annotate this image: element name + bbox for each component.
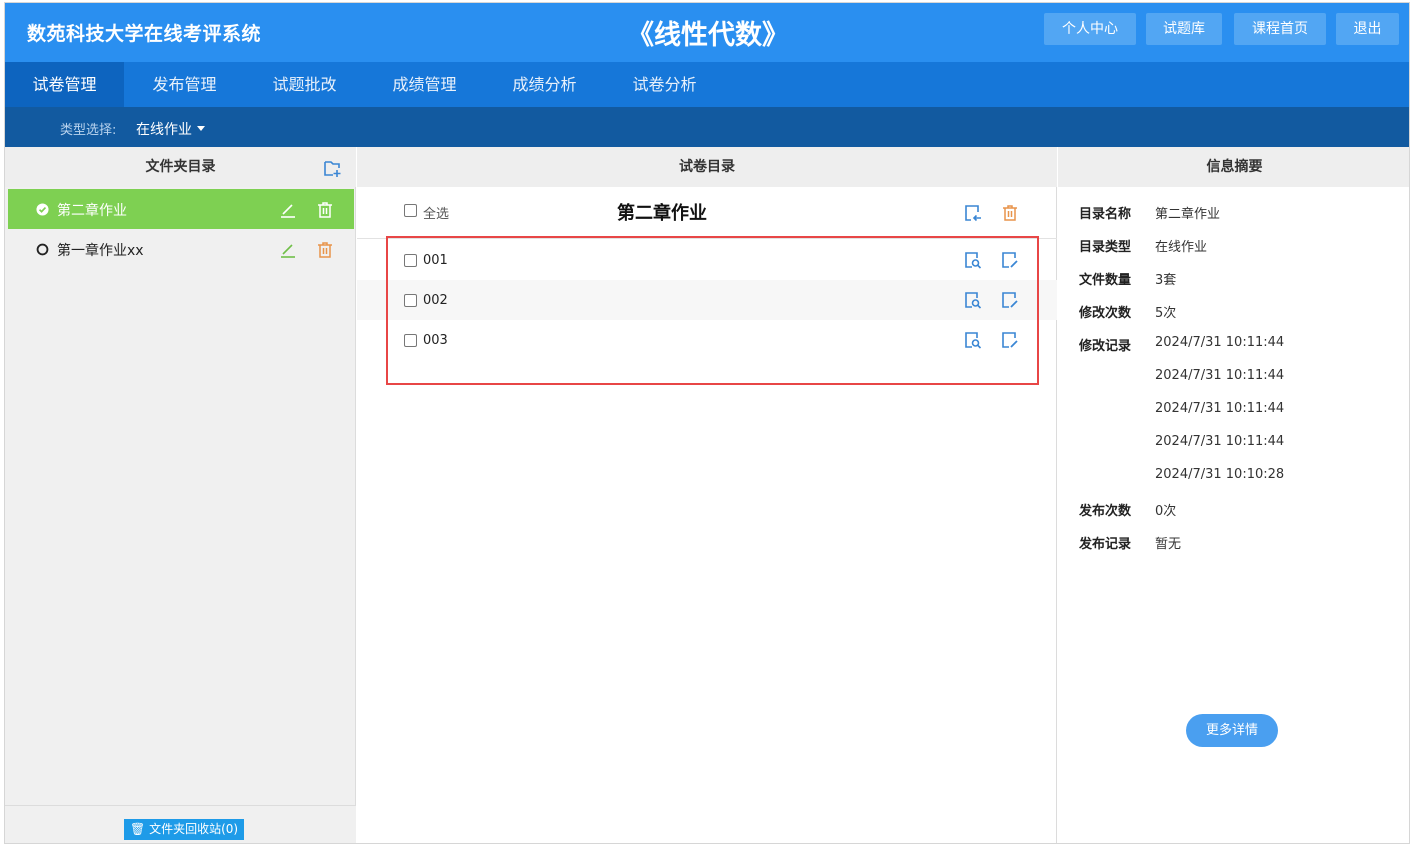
folder-item-chapter2[interactable]: 第二章作业 <box>8 189 354 229</box>
paper-panel: 试卷目录 全选 第二章作业 001 002 003 <box>357 147 1057 843</box>
caret-down-icon <box>197 126 205 131</box>
top-header: 数苑科技大学在线考评系统 《线性代数》 个人中心 试题库 课程首页 退出 <box>5 3 1409 62</box>
radio-circle-icon <box>36 243 49 256</box>
paper-row[interactable]: 001 <box>357 240 1057 280</box>
info-key: 修改次数 <box>1079 306 1132 321</box>
paper-name: 002 <box>423 293 448 308</box>
folder-name: 第二章作业 <box>57 203 127 219</box>
paper-checkbox[interactable] <box>404 334 417 347</box>
delete-icon[interactable] <box>315 240 335 260</box>
tab-score-management[interactable]: 成绩管理 <box>365 62 484 107</box>
info-key: 修改记录 <box>1079 339 1132 354</box>
preview-icon[interactable] <box>963 290 983 310</box>
type-filter-bar: 类型选择: 在线作业 <box>5 107 1409 147</box>
type-filter-label: 类型选择: <box>60 123 117 138</box>
trash-icon: 🗑 <box>130 822 146 836</box>
paper-name: 003 <box>423 333 448 348</box>
modify-record-time: 2024/7/31 10:11:44 <box>1155 401 1285 416</box>
modify-record-time: 2024/7/31 10:11:44 <box>1155 335 1285 350</box>
info-panel: 信息摘要 目录名称 第二章作业 目录类型 在线作业 文件数量 3套 修改次数 5… <box>1058 147 1409 843</box>
folder-panel: 文件夹目录 第二章作业 第一章作业xx 🗑 文件夹回收站(0) <box>5 147 356 843</box>
import-icon[interactable] <box>963 203 983 223</box>
paper-toolbar: 全选 第二章作业 <box>357 187 1057 239</box>
info-value: 第二章作业 <box>1155 207 1221 222</box>
modify-record-time: 2024/7/31 10:11:44 <box>1155 434 1285 449</box>
paper-name: 001 <box>423 253 448 268</box>
more-details-button[interactable]: 更多详情 <box>1186 714 1278 747</box>
course-home-button[interactable]: 课程首页 <box>1234 13 1326 45</box>
tab-score-analysis[interactable]: 成绩分析 <box>485 62 604 107</box>
modify-record-time: 2024/7/31 10:11:44 <box>1155 368 1285 383</box>
info-value: 3套 <box>1155 273 1177 288</box>
info-key: 目录名称 <box>1079 207 1132 222</box>
info-value: 0次 <box>1155 504 1177 519</box>
info-value: 在线作业 <box>1155 240 1208 255</box>
paper-row[interactable]: 003 <box>357 320 1057 360</box>
paper-checkbox[interactable] <box>404 254 417 267</box>
recycle-bin-label: 文件夹回收站(0) <box>149 822 239 836</box>
add-folder-icon[interactable] <box>323 158 343 178</box>
folder-name: 第一章作业xx <box>57 243 144 259</box>
info-key: 发布记录 <box>1079 537 1132 552</box>
paper-checkbox[interactable] <box>404 294 417 307</box>
info-key: 发布次数 <box>1079 504 1132 519</box>
paper-panel-title: 试卷目录 <box>357 147 1057 187</box>
question-bank-button[interactable]: 试题库 <box>1146 13 1222 45</box>
edit-paper-icon[interactable] <box>1000 250 1020 270</box>
modify-record-time: 2024/7/31 10:10:28 <box>1155 467 1285 482</box>
info-key: 目录类型 <box>1079 240 1132 255</box>
main-nav: 试卷管理 发布管理 试题批改 成绩管理 成绩分析 试卷分析 <box>5 62 1409 107</box>
app-window: 数苑科技大学在线考评系统 《线性代数》 个人中心 试题库 课程首页 退出 试卷管… <box>4 2 1410 844</box>
info-value: 5次 <box>1155 306 1177 321</box>
logout-button[interactable]: 退出 <box>1336 13 1399 45</box>
info-key: 文件数量 <box>1079 273 1132 288</box>
paper-row[interactable]: 002 <box>357 280 1057 320</box>
check-circle-icon <box>36 203 49 216</box>
tab-paper-analysis[interactable]: 试卷分析 <box>605 62 724 107</box>
type-filter-select[interactable]: 在线作业 <box>136 119 205 139</box>
preview-icon[interactable] <box>963 330 983 350</box>
current-folder-title: 第二章作业 <box>617 203 707 224</box>
folder-panel-title: 文件夹目录 <box>5 147 356 187</box>
edit-paper-icon[interactable] <box>1000 330 1020 350</box>
folder-recycle-bin-button[interactable]: 🗑 文件夹回收站(0) <box>124 819 245 840</box>
tab-publish-management[interactable]: 发布管理 <box>125 62 244 107</box>
edit-icon[interactable] <box>278 200 298 220</box>
folder-panel-footer: 🗑 文件夹回收站(0) <box>5 805 356 843</box>
edit-icon[interactable] <box>278 240 298 260</box>
folder-item-chapter1[interactable]: 第一章作业xx <box>8 229 354 269</box>
type-filter-value: 在线作业 <box>136 122 192 138</box>
info-value: 暂无 <box>1155 537 1182 552</box>
info-panel-title: 信息摘要 <box>1058 147 1409 187</box>
preview-icon[interactable] <box>963 250 983 270</box>
delete-icon[interactable] <box>1000 203 1020 223</box>
personal-center-button[interactable]: 个人中心 <box>1044 13 1136 45</box>
delete-icon[interactable] <box>315 200 335 220</box>
edit-paper-icon[interactable] <box>1000 290 1020 310</box>
tab-grading[interactable]: 试题批改 <box>245 62 364 107</box>
tab-paper-management[interactable]: 试卷管理 <box>5 62 124 107</box>
